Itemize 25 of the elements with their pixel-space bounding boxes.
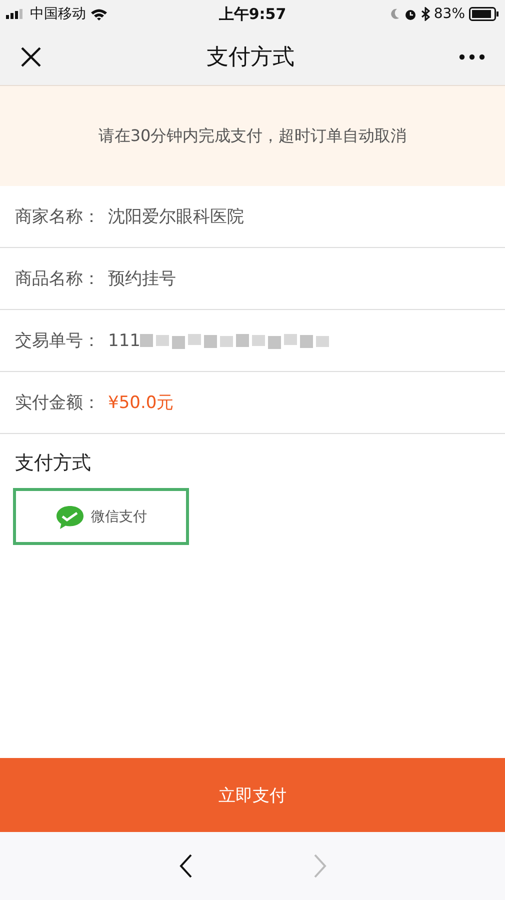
close-button[interactable] <box>20 46 42 68</box>
wechat-pay-option[interactable]: 微信支付 <box>13 488 189 545</box>
field-label: 商品名称： <box>15 268 100 290</box>
bluetooth-icon <box>420 7 430 21</box>
carrier-name: 中国移动 <box>30 5 86 23</box>
field-value: 预约挂号 <box>108 268 176 290</box>
wifi-icon <box>90 8 108 20</box>
timeout-notice: 请在30分钟内完成支付，超时订单自动取消 <box>0 86 505 186</box>
field-value: 沈阳爱尔眼科医院 <box>108 206 244 228</box>
field-label: 实付金额： <box>15 392 100 414</box>
section-title: 支付方式 <box>15 451 92 476</box>
moon-icon <box>390 8 400 20</box>
amount-value: ¥50.0元 <box>108 392 174 414</box>
more-button[interactable] <box>459 54 485 60</box>
battery-icon <box>469 7 499 21</box>
field-label: 商家名称： <box>15 206 100 228</box>
chat-bubble-check-icon <box>55 504 85 530</box>
alarm-clock-icon <box>404 8 417 20</box>
battery-percent: 83% <box>434 6 465 22</box>
more-icon <box>459 54 485 60</box>
order-number: 111 <box>108 330 140 350</box>
page-title: 支付方式 <box>206 44 296 72</box>
clock-time: 上午9:57 <box>218 4 286 24</box>
field-label: 交易单号： <box>15 330 100 352</box>
close-icon <box>20 46 42 68</box>
